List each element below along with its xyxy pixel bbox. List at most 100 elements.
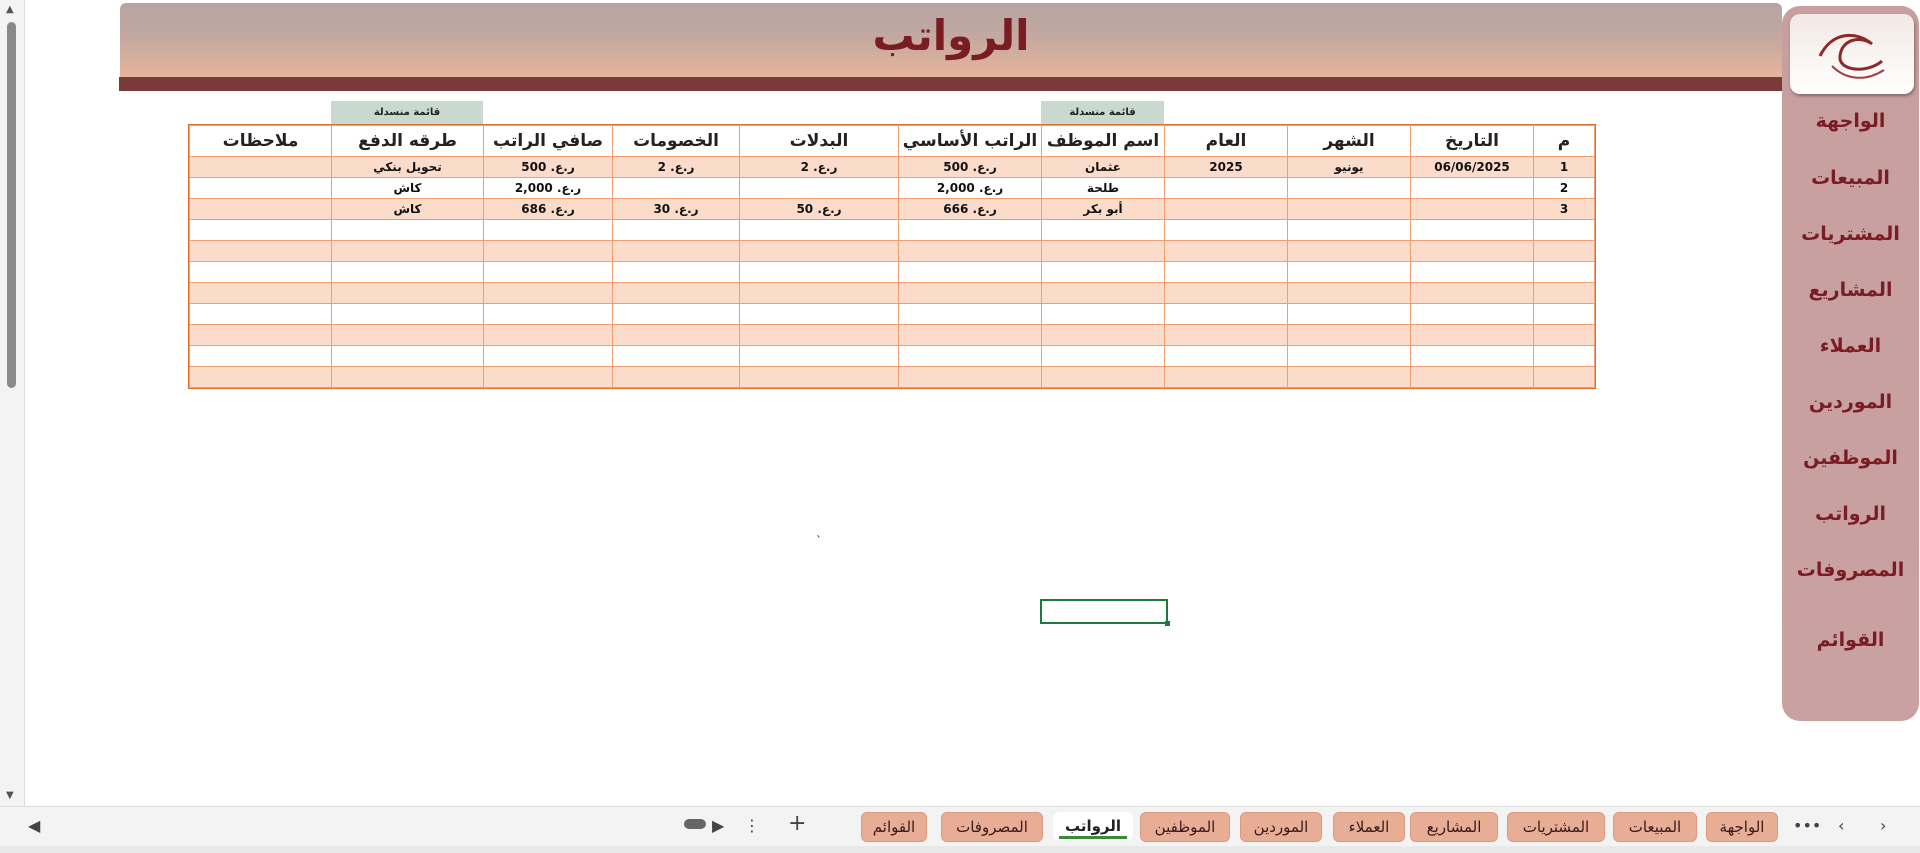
table-cell[interactable]: [612, 177, 740, 199]
table-cell[interactable]: [1164, 261, 1288, 283]
table-cell[interactable]: [483, 282, 613, 304]
sheet-tab-employees[interactable]: الموظفين: [1140, 812, 1230, 842]
table-cell[interactable]: ر.ع. 500: [483, 156, 613, 178]
table-cell[interactable]: [1533, 345, 1595, 367]
scroll-down-icon[interactable]: ▼: [6, 790, 14, 801]
table-cell[interactable]: [1041, 261, 1165, 283]
table-cell[interactable]: [1041, 219, 1165, 241]
table-cell[interactable]: [1410, 282, 1534, 304]
table-cell[interactable]: [189, 198, 332, 220]
table-cell[interactable]: [1533, 282, 1595, 304]
chevron-left-icon[interactable]: ‹: [1838, 816, 1844, 835]
table-cell[interactable]: [1287, 198, 1411, 220]
table-cell[interactable]: [898, 366, 1042, 388]
table-cell[interactable]: [1410, 303, 1534, 325]
table-cell[interactable]: [483, 366, 613, 388]
table-cell[interactable]: [189, 282, 332, 304]
sheet-tab-lists[interactable]: القوائم: [861, 812, 927, 842]
table-cell[interactable]: [331, 261, 484, 283]
table-cell[interactable]: [189, 156, 332, 178]
table-cell[interactable]: [898, 219, 1042, 241]
sheet-tab-suppliers[interactable]: الموردين: [1240, 812, 1322, 842]
table-cell[interactable]: [483, 240, 613, 262]
table-cell[interactable]: [1164, 345, 1288, 367]
table-cell[interactable]: [898, 345, 1042, 367]
table-cell[interactable]: [1410, 219, 1534, 241]
table-cell[interactable]: [898, 240, 1042, 262]
table-cell[interactable]: كاش: [331, 198, 484, 220]
table-cell[interactable]: [1410, 324, 1534, 346]
table-cell[interactable]: ر.ع. 2,000: [483, 177, 613, 199]
nav-item-employees[interactable]: الموظفين: [1782, 447, 1919, 469]
table-cell[interactable]: [739, 177, 899, 199]
table-cell[interactable]: [1287, 261, 1411, 283]
options-icon[interactable]: ⋮: [744, 816, 760, 835]
table-cell[interactable]: [1041, 282, 1165, 304]
table-cell[interactable]: [1164, 219, 1288, 241]
nav-item-suppliers[interactable]: الموردين: [1782, 391, 1919, 413]
more-icon[interactable]: •••: [1793, 816, 1821, 835]
table-cell[interactable]: [739, 324, 899, 346]
table-cell[interactable]: [1164, 177, 1288, 199]
table-cell[interactable]: [483, 261, 613, 283]
header-cell[interactable]: م: [1533, 125, 1595, 157]
table-cell[interactable]: كاش: [331, 177, 484, 199]
table-cell[interactable]: تحويل بنكي: [331, 156, 484, 178]
table-cell[interactable]: ر.ع. 2: [739, 156, 899, 178]
header-cell[interactable]: الشهر: [1287, 125, 1411, 157]
table-cell[interactable]: [1410, 177, 1534, 199]
table-cell[interactable]: [1410, 240, 1534, 262]
sheet-tab-customers[interactable]: العملاء: [1333, 812, 1405, 842]
table-cell[interactable]: [739, 345, 899, 367]
header-cell[interactable]: العام: [1164, 125, 1288, 157]
scroll-left-icon[interactable]: ◀: [28, 816, 40, 835]
table-cell[interactable]: ر.ع. 30: [612, 198, 740, 220]
sheet-tab-expenses[interactable]: المصروفات: [941, 812, 1043, 842]
table-cell[interactable]: [1533, 219, 1595, 241]
table-cell[interactable]: ر.ع. 50: [739, 198, 899, 220]
table-cell[interactable]: [739, 282, 899, 304]
table-cell[interactable]: 06/06/2025: [1410, 156, 1534, 178]
table-cell[interactable]: ر.ع. 500: [898, 156, 1042, 178]
header-cell[interactable]: ملاحظات: [189, 125, 332, 157]
scroll-right-icon[interactable]: ▶: [712, 816, 724, 835]
table-cell[interactable]: [739, 219, 899, 241]
add-sheet-icon[interactable]: +: [788, 811, 806, 836]
selected-cell[interactable]: [1040, 599, 1170, 626]
table-cell[interactable]: [1164, 240, 1288, 262]
table-cell[interactable]: [1533, 240, 1595, 262]
table-cell[interactable]: ر.ع. 2,000: [898, 177, 1042, 199]
table-cell[interactable]: ر.ع. 2: [612, 156, 740, 178]
table-cell[interactable]: [189, 324, 332, 346]
header-cell[interactable]: الراتب الأساسي: [898, 125, 1042, 157]
table-cell[interactable]: [1287, 324, 1411, 346]
nav-item-purchases[interactable]: المشتريات: [1782, 223, 1919, 245]
sheet-tab-purchases[interactable]: المشتريات: [1507, 812, 1605, 842]
table-cell[interactable]: [189, 177, 332, 199]
table-cell[interactable]: 2: [1533, 177, 1595, 199]
scrollbar-thumb[interactable]: [7, 22, 16, 388]
table-cell[interactable]: [739, 240, 899, 262]
table-cell[interactable]: [189, 345, 332, 367]
table-cell[interactable]: [1410, 345, 1534, 367]
table-cell[interactable]: [1410, 198, 1534, 220]
table-cell[interactable]: [483, 219, 613, 241]
nav-item-customers[interactable]: العملاء: [1782, 335, 1919, 357]
vertical-scrollbar[interactable]: ▲ ▼: [0, 0, 25, 806]
table-cell[interactable]: [1287, 345, 1411, 367]
nav-item-projects[interactable]: المشاريع: [1782, 279, 1919, 301]
table-cell[interactable]: [331, 345, 484, 367]
header-cell[interactable]: اسم الموظف: [1041, 125, 1165, 157]
table-cell[interactable]: [612, 240, 740, 262]
table-cell[interactable]: [612, 219, 740, 241]
table-cell[interactable]: [1287, 282, 1411, 304]
table-cell[interactable]: [898, 324, 1042, 346]
table-cell[interactable]: [1410, 261, 1534, 283]
table-cell[interactable]: [1164, 366, 1288, 388]
table-cell[interactable]: [1533, 303, 1595, 325]
table-cell[interactable]: [1041, 366, 1165, 388]
table-cell[interactable]: 1: [1533, 156, 1595, 178]
table-cell[interactable]: [898, 303, 1042, 325]
table-cell[interactable]: [898, 282, 1042, 304]
nav-item-lists[interactable]: القوائم: [1782, 629, 1919, 651]
